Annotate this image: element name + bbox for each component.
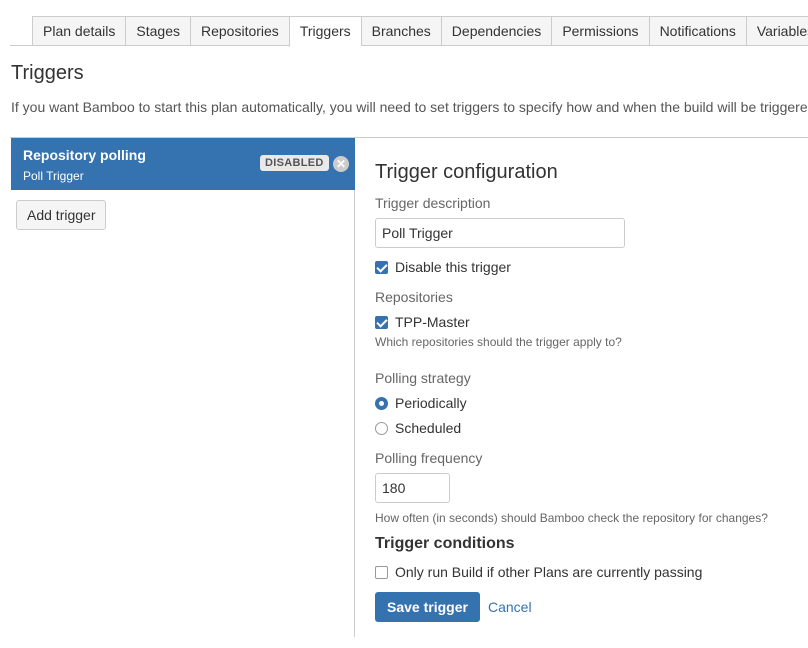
polling-frequency-help: How often (in seconds) should Bamboo che… [375, 511, 768, 525]
tab-bar: Plan details Stages Repositories Trigger… [10, 16, 808, 47]
trigger-list-panel: Repository polling Poll Trigger DISABLED… [10, 137, 355, 637]
disable-trigger-row: Disable this trigger [375, 258, 511, 276]
scheduled-label: Scheduled [395, 420, 462, 436]
tab-branches[interactable]: Branches [360, 16, 441, 46]
polling-frequency-label: Polling frequency [375, 450, 483, 466]
tab-stages[interactable]: Stages [125, 16, 190, 46]
periodically-radio[interactable] [375, 396, 388, 410]
polling-frequency-input[interactable] [375, 473, 450, 503]
status-badge: DISABLED [260, 155, 329, 171]
scheduled-radio[interactable] [375, 421, 388, 435]
repository-row: TPP-Master [375, 313, 470, 331]
tab-notifications[interactable]: Notifications [648, 16, 746, 46]
trigger-description-input[interactable] [375, 218, 625, 248]
repository-label: TPP-Master [395, 314, 470, 330]
condition-label: Only run Build if other Plans are curren… [395, 564, 703, 580]
disable-trigger-checkbox[interactable] [375, 260, 388, 274]
polling-strategy-label: Polling strategy [375, 370, 471, 386]
condition-row: Only run Build if other Plans are curren… [375, 563, 702, 581]
periodically-label: Periodically [395, 395, 467, 411]
add-trigger-button[interactable]: Add trigger [16, 200, 107, 230]
tab-permissions[interactable]: Permissions [551, 16, 649, 46]
tab-repositories[interactable]: Repositories [189, 16, 289, 46]
config-title: Trigger configuration [375, 161, 558, 183]
tab-plan-details[interactable]: Plan details [32, 16, 126, 46]
trigger-item-repository-polling[interactable]: Repository polling Poll Trigger DISABLED… [11, 138, 355, 190]
trigger-conditions-title: Trigger conditions [375, 535, 515, 552]
cancel-link[interactable]: Cancel [488, 599, 532, 615]
page-intro: If you want Bamboo to start this plan au… [11, 99, 808, 115]
save-trigger-button[interactable]: Save trigger [375, 592, 480, 622]
condition-checkbox[interactable] [375, 565, 388, 579]
repositories-help: Which repositories should the trigger ap… [375, 335, 622, 349]
tab-dependencies[interactable]: Dependencies [440, 16, 552, 46]
strategy-scheduled-row: Scheduled [375, 419, 461, 437]
strategy-periodically-row: Periodically [375, 394, 467, 412]
trigger-description-label: Trigger description [375, 195, 491, 211]
repository-checkbox[interactable] [375, 315, 388, 329]
close-icon[interactable]: ✕ [333, 156, 349, 172]
disable-trigger-label: Disable this trigger [395, 259, 511, 275]
page-title: Triggers [11, 62, 84, 84]
tab-variables[interactable]: Variables [745, 16, 808, 46]
trigger-description: Poll Trigger [23, 169, 84, 183]
repositories-label: Repositories [375, 289, 453, 305]
tab-triggers[interactable]: Triggers [288, 16, 361, 47]
trigger-name: Repository polling [23, 147, 146, 163]
